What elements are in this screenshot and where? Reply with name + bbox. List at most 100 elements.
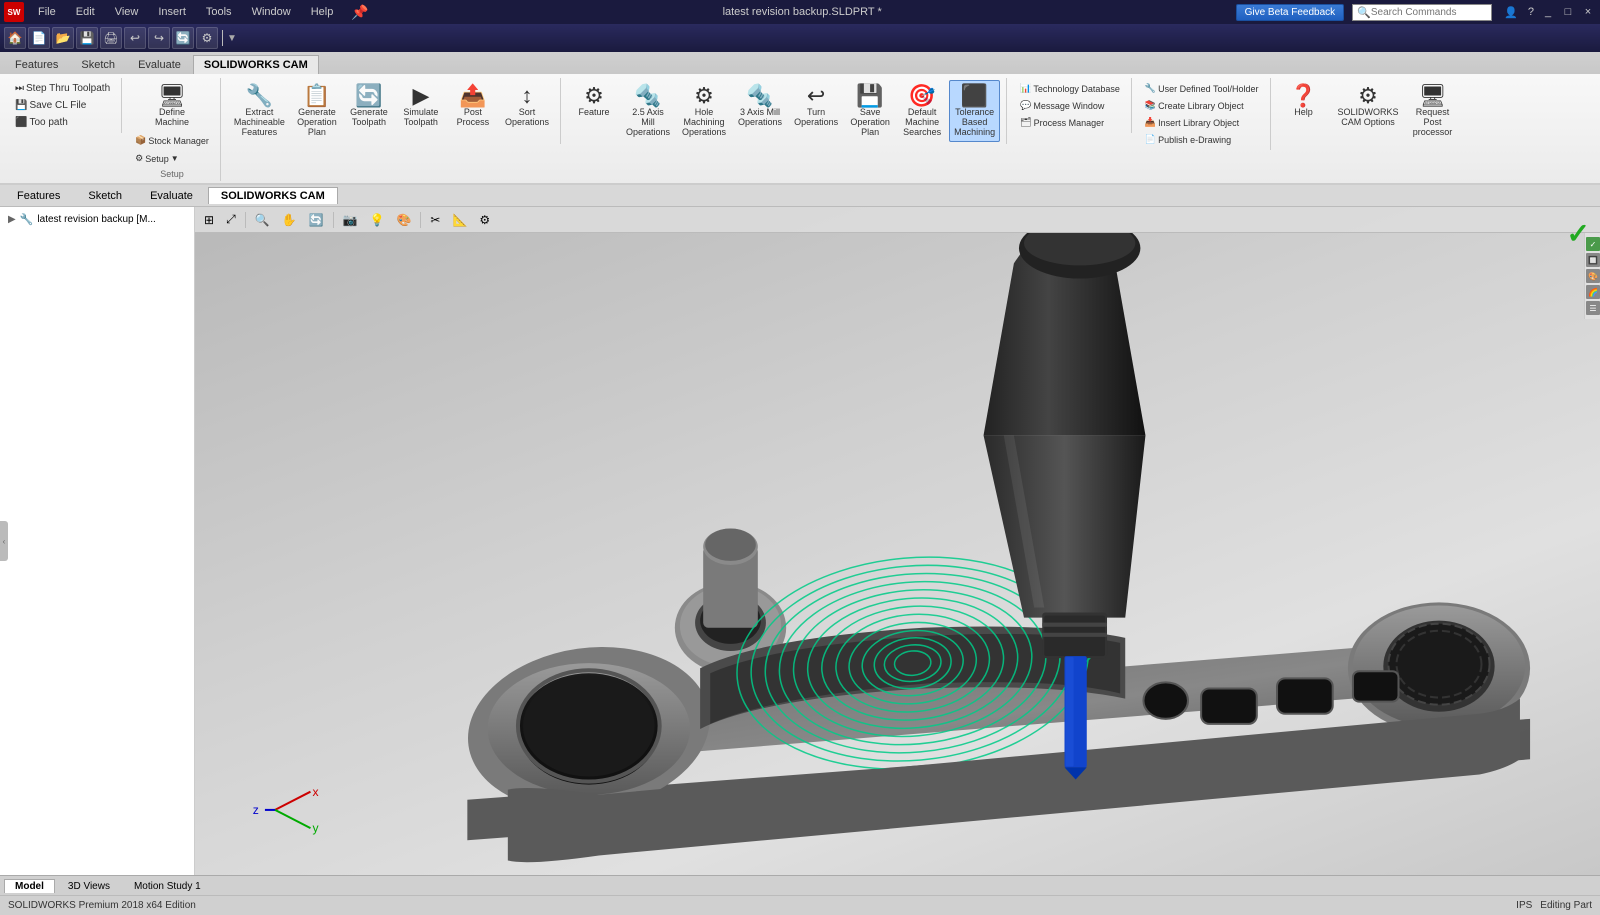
tbm-label: ToleranceBasedMachining xyxy=(954,107,995,137)
message-window-btn[interactable]: 💬 Message Window xyxy=(1015,97,1125,114)
rp-icon-4[interactable]: 🌈 xyxy=(1586,285,1600,299)
user-defined-tool-btn[interactable]: 🔧 User Defined Tool/Holder xyxy=(1140,80,1264,97)
help-icon: ❓ xyxy=(1290,85,1317,107)
define-machine-label: DefineMachine xyxy=(155,107,189,127)
sort-operations-btn[interactable]: ↕ SortOperations xyxy=(500,80,554,132)
ftab-cam[interactable]: SOLIDWORKS CAM xyxy=(208,187,338,204)
vp-display-btn[interactable]: 📷 xyxy=(338,210,363,230)
setup-dropdown[interactable]: ▼ xyxy=(171,154,179,163)
viewport: ⊞ ⤢ 🔍 ✋ 🔄 📷 💡 🎨 ✂ 📐 ⚙ xyxy=(195,207,1600,875)
tab-evaluate[interactable]: Evaluate xyxy=(127,55,192,74)
menu-tools[interactable]: Tools xyxy=(200,4,238,20)
menu-view[interactable]: View xyxy=(109,4,145,20)
help-btn[interactable]: ❓ Help xyxy=(1279,80,1329,142)
tech-db-btn[interactable]: 📊 Technology Database xyxy=(1015,80,1125,97)
vp-measure-btn[interactable]: 📐 xyxy=(447,210,472,230)
define-machine-group: 🖥 DefineMachine 📦 Stock Manager ⚙ Setup … xyxy=(124,78,221,181)
3ax-icon: 🔩 xyxy=(746,85,773,107)
tab-features[interactable]: Features xyxy=(4,55,69,74)
tab-sketch[interactable]: Sketch xyxy=(70,55,126,74)
search-input[interactable] xyxy=(1371,7,1481,18)
setup-btn[interactable]: ⚙ Setup ▼ xyxy=(130,150,214,167)
rp-icon-2[interactable]: 🔲 xyxy=(1586,253,1600,267)
ftab-evaluate[interactable]: Evaluate xyxy=(137,187,206,204)
menu-file[interactable]: File xyxy=(32,4,62,20)
gen-op-label: GenerateOperationPlan xyxy=(297,107,337,137)
qa-settings[interactable]: ⚙ xyxy=(196,27,218,49)
ftab-features[interactable]: Features xyxy=(4,187,73,204)
pm-label: Process Manager xyxy=(1034,118,1105,128)
process-manager-btn[interactable]: 🗂 Process Manager xyxy=(1015,114,1125,131)
gen-toolpath-btn[interactable]: 🔄 GenerateToolpath xyxy=(344,80,394,132)
request-post-btn[interactable]: 🖥 RequestPostprocessor xyxy=(1408,80,1458,142)
simulate-toolpath-btn[interactable]: ▶ SimulateToolpath xyxy=(396,80,446,132)
vp-zoom-btn[interactable]: 🔍 xyxy=(250,210,275,230)
beta-feedback-btn[interactable]: Give Beta Feedback xyxy=(1236,4,1345,21)
step-thru-toolpath-btn[interactable]: ⏭ Step Thru Toolpath xyxy=(10,80,115,97)
title-bar-center: latest revision backup.SLDPRT * xyxy=(369,6,1236,18)
tree-part-icon: 🔧 xyxy=(20,213,34,226)
vp-materials-btn[interactable]: 🎨 xyxy=(391,210,416,230)
search-box[interactable]: 🔍 xyxy=(1352,4,1492,21)
gen-operation-btn[interactable]: 📋 GenerateOperationPlan xyxy=(292,80,342,142)
menu-insert[interactable]: Insert xyxy=(152,4,192,20)
3axis-btn[interactable]: 🔩 3 Axis MillOperations xyxy=(733,80,787,132)
vp-section-btn[interactable]: ✂ xyxy=(425,210,445,230)
hole-machining-btn[interactable]: ⚙ HoleMachiningOperations xyxy=(677,80,731,142)
qa-rebuild[interactable]: 🔄 xyxy=(172,27,194,49)
25-axis-btn[interactable]: 🔩 2.5 AxisMillOperations xyxy=(621,80,675,142)
vp-rotate-btn[interactable]: 🔄 xyxy=(304,210,329,230)
vp-lights-btn[interactable]: 💡 xyxy=(364,210,389,230)
maximize-btn[interactable]: □ xyxy=(1560,4,1576,20)
qa-new[interactable]: 📄 xyxy=(28,27,50,49)
qa-save[interactable]: 💾 xyxy=(76,27,98,49)
qa-home[interactable]: 🏠 xyxy=(4,27,26,49)
publish-edrawing-btn[interactable]: 📄 Publish e-Drawing xyxy=(1140,131,1264,148)
menu-window[interactable]: Window xyxy=(246,4,297,20)
tree-root-item[interactable]: ▶ 🔧 latest revision backup [M... xyxy=(4,211,190,228)
save-cl-file-btn[interactable]: 💾 Save CL File xyxy=(10,97,115,114)
define-machine-icon: 🖥 xyxy=(158,85,186,107)
minimize-btn[interactable]: _ xyxy=(1540,4,1556,20)
auto-size-stock-btn[interactable]: ⬛ Too path xyxy=(10,114,115,131)
btm-tab-3dviews[interactable]: 3D Views xyxy=(57,879,121,893)
rp-icon-1[interactable]: ✓ xyxy=(1586,237,1600,251)
btm-tab-motion[interactable]: Motion Study 1 xyxy=(123,879,212,893)
qa-print[interactable]: 🖨 xyxy=(100,27,122,49)
post-label: PostProcess xyxy=(457,107,490,127)
btm-tab-model[interactable]: Model xyxy=(4,879,55,893)
save-op-plan-btn[interactable]: 💾 SaveOperationPlan xyxy=(845,80,895,142)
post-icon: 📤 xyxy=(459,85,486,107)
menu-edit[interactable]: Edit xyxy=(70,4,101,20)
qa-redo[interactable]: ↪ xyxy=(148,27,170,49)
vp-zoom-fit-btn[interactable]: ⤢ xyxy=(221,209,241,230)
close-btn[interactable]: × xyxy=(1580,4,1596,20)
insert-library-btn[interactable]: 📥 Insert Library Object xyxy=(1140,114,1264,131)
tolerance-based-btn[interactable]: ⬛ ToleranceBasedMachining xyxy=(949,80,1000,142)
ftab-sketch[interactable]: Sketch xyxy=(75,187,135,204)
qa-expand[interactable]: ▼ xyxy=(227,33,237,44)
cam-options-btn[interactable]: ⚙ SOLIDWORKSCAM Options xyxy=(1333,80,1404,142)
create-library-btn[interactable]: 📚 Create Library Object xyxy=(1140,97,1264,114)
turn-btn[interactable]: ↩ TurnOperations xyxy=(789,80,843,132)
menu-help[interactable]: Help xyxy=(305,4,340,20)
default-machine-btn[interactable]: 🎯 DefaultMachineSearches xyxy=(897,80,947,142)
vp-view-btn[interactable]: ⊞ xyxy=(199,210,219,230)
document-title: latest revision backup.SLDPRT * xyxy=(723,6,882,18)
sop-icon: 💾 xyxy=(856,85,883,107)
feature-btn[interactable]: ⚙ Feature xyxy=(569,80,619,122)
post-process-btn[interactable]: 📤 PostProcess xyxy=(448,80,498,132)
rp-icon-5[interactable]: ☰ xyxy=(1586,301,1600,315)
msg-label: Message Window xyxy=(1033,101,1104,111)
auto-size-label: Too path xyxy=(29,117,67,128)
extract-features-btn[interactable]: 🔧 ExtractMachineableFeatures xyxy=(229,80,290,142)
tab-solidworks-cam[interactable]: SOLIDWORKS CAM xyxy=(193,55,319,74)
vp-pan-btn[interactable]: ✋ xyxy=(277,210,302,230)
qa-undo[interactable]: ↩ xyxy=(124,27,146,49)
stock-manager-btn[interactable]: 📦 Stock Manager xyxy=(130,132,214,149)
qa-open[interactable]: 📂 xyxy=(52,27,74,49)
define-machine-btn[interactable]: 🖥 DefineMachine xyxy=(147,80,197,132)
rp-icon-3[interactable]: 🎨 xyxy=(1586,269,1600,283)
vp-settings-btn[interactable]: ⚙ xyxy=(474,210,495,230)
left-panel-collapse[interactable]: ‹ xyxy=(0,521,8,561)
